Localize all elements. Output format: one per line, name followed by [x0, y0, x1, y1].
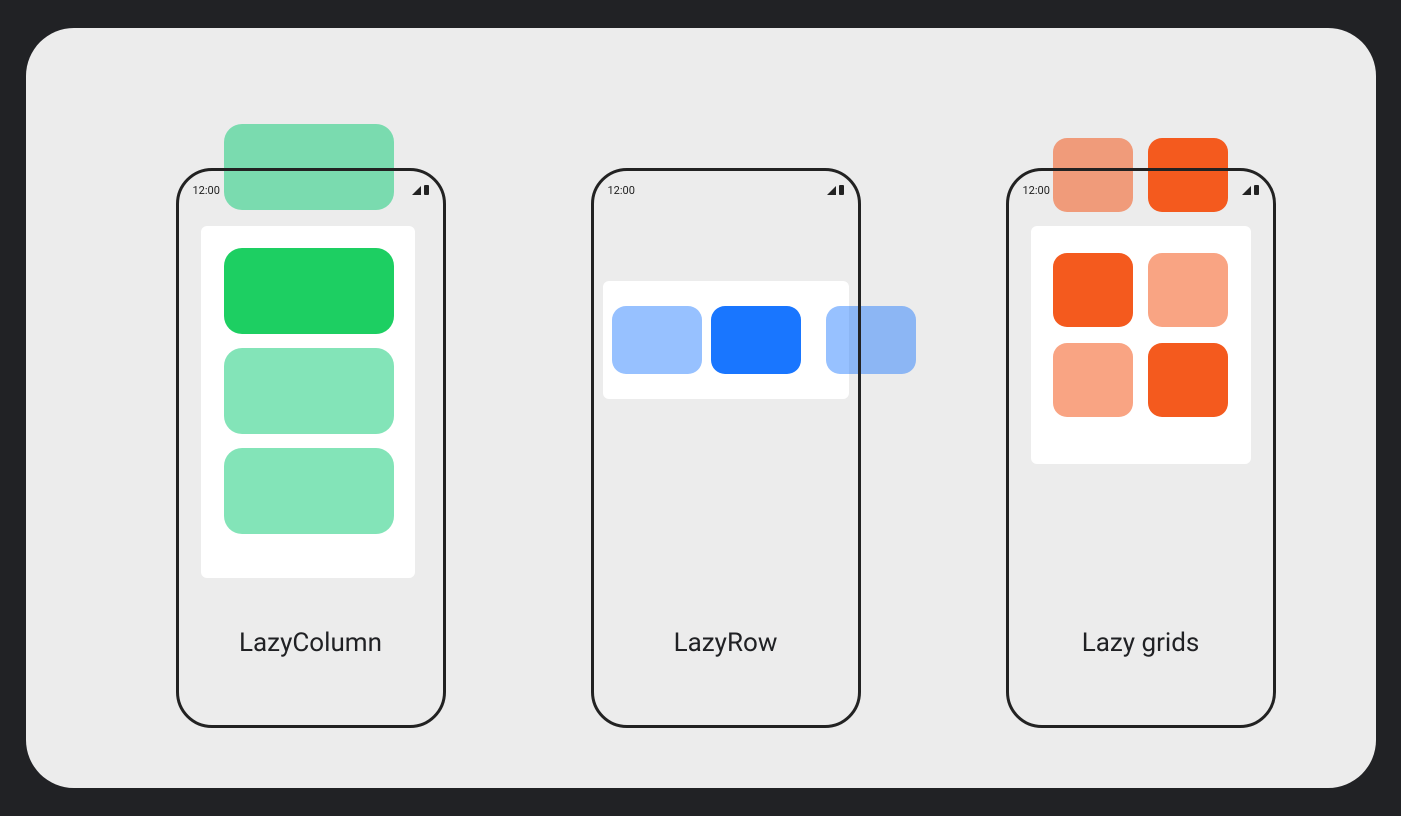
status-bar: 12:00: [193, 181, 429, 199]
caption-lazycolumn: LazyColumn: [176, 628, 446, 658]
status-icons: [412, 185, 429, 195]
status-bar: 12:00: [1023, 181, 1259, 199]
status-time: 12:00: [193, 184, 220, 197]
diagram-canvas: 12:00 LazyColumn 12:00 LazyRow 12:00: [26, 28, 1376, 788]
status-bar: 12:00: [608, 181, 844, 199]
caption-lazyrow: LazyRow: [591, 628, 861, 658]
status-icons: [827, 185, 844, 195]
signal-icon: [1242, 186, 1251, 195]
signal-icon: [827, 186, 836, 195]
battery-icon: [839, 185, 844, 195]
status-time: 12:00: [1023, 184, 1050, 197]
caption-lazygrids: Lazy grids: [1006, 628, 1276, 658]
status-icons: [1242, 185, 1259, 195]
status-time: 12:00: [608, 184, 635, 197]
signal-icon: [412, 186, 421, 195]
battery-icon: [424, 185, 429, 195]
battery-icon: [1254, 185, 1259, 195]
